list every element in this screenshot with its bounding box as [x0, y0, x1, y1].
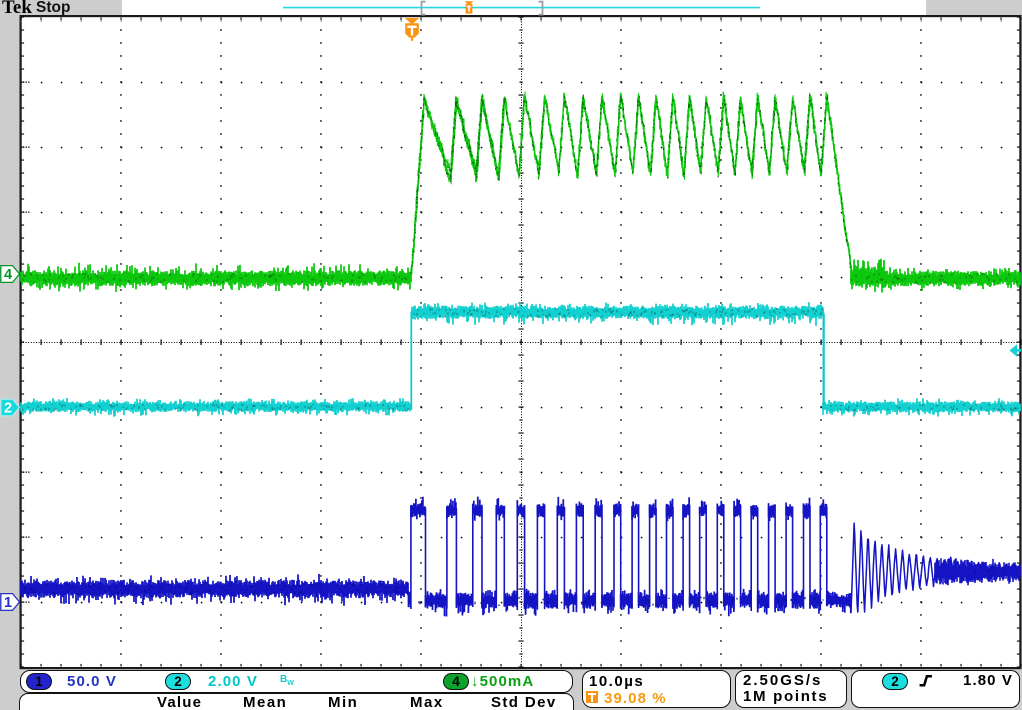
svg-text:1: 1 [4, 595, 12, 611]
svg-text:2: 2 [4, 401, 12, 417]
svg-text:4: 4 [4, 267, 12, 283]
